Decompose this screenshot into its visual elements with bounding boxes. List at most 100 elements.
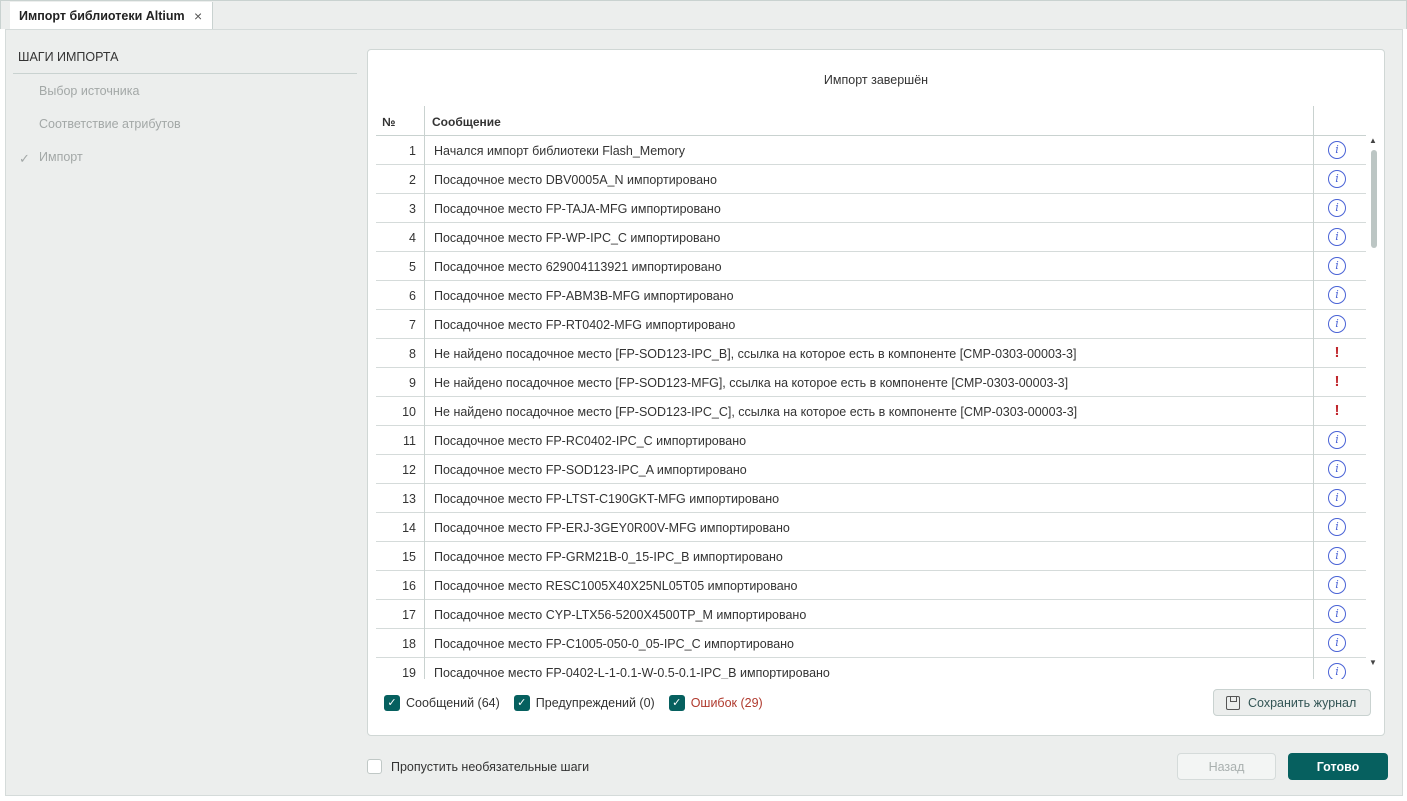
save-log-label: Сохранить журнал xyxy=(1248,695,1357,710)
table-row[interactable]: 13 Посадочное место FP-LTST-C190GKT-MFG и… xyxy=(376,484,1366,513)
row-message: Посадочное место FP-WP-IPC_C импортирова… xyxy=(434,231,721,245)
row-message: Посадочное место FP-RT0402-MFG импортиро… xyxy=(434,318,736,332)
info-icon: i xyxy=(1328,257,1346,275)
info-icon: i xyxy=(1328,460,1346,478)
table-row[interactable]: 11 Посадочное место FP-RC0402-IPC_C импор… xyxy=(376,426,1366,455)
table-header: № Сообщение xyxy=(376,106,1366,136)
table-row[interactable]: 7 Посадочное место FP-RT0402-MFG импортир… xyxy=(376,310,1366,339)
skip-optional-steps[interactable]: Пропустить необязательные шаги xyxy=(367,759,589,774)
scroll-down-icon[interactable]: ▼ xyxy=(1369,658,1377,667)
column-num[interactable]: № xyxy=(382,115,395,129)
panel-title: Импорт завершён xyxy=(823,73,929,87)
table-row[interactable]: 4 Посадочное место FP-WP-IPC_C импортиров… xyxy=(376,223,1366,252)
tab-title: Импорт библиотеки Altium xyxy=(19,9,185,23)
table-row[interactable]: 18 Посадочное место FP-C1005-050-0_05-IPC… xyxy=(376,629,1366,658)
info-icon: i xyxy=(1328,141,1346,159)
divider xyxy=(13,73,357,74)
row-number: 4 xyxy=(409,231,416,245)
row-message: Посадочное место RESC1005X40X25NL05T05 и… xyxy=(434,579,798,593)
row-message: Посадочное место DBV0005A_N импортирован… xyxy=(434,173,717,187)
table-row[interactable]: 15 Посадочное место FP-GRM21B-0_15-IPC_B … xyxy=(376,542,1366,571)
row-number: 11 xyxy=(403,434,416,448)
scrollbar[interactable]: ▲ ▼ xyxy=(1369,136,1377,667)
row-message: Посадочное место FP-ABM3B-MFG импортиров… xyxy=(434,289,734,303)
row-message: Посадочное место CYP-LTX56-5200X4500TP_M… xyxy=(434,608,807,622)
close-icon[interactable]: × xyxy=(194,8,202,24)
filter-errors-label[interactable]: Ошибок (29) xyxy=(691,696,763,710)
row-number: 18 xyxy=(402,637,416,651)
done-button[interactable]: Готово xyxy=(1288,753,1388,780)
info-icon: i xyxy=(1328,315,1346,333)
row-number: 14 xyxy=(402,521,416,535)
row-number: 17 xyxy=(402,608,416,622)
filter-messages-label[interactable]: Сообщений (64) xyxy=(406,696,500,710)
skip-label[interactable]: Пропустить необязательные шаги xyxy=(391,760,589,774)
row-number: 10 xyxy=(402,405,416,419)
step-source: Выбор источника xyxy=(39,84,140,98)
row-message: Посадочное место FP-SOD123-IPC_A импорти… xyxy=(434,463,747,477)
info-icon: i xyxy=(1328,634,1346,652)
row-number: 12 xyxy=(402,463,416,477)
table-row[interactable]: 5 Посадочное место 629004113921 импортиро… xyxy=(376,252,1366,281)
row-number: 13 xyxy=(402,492,416,506)
info-icon: i xyxy=(1328,431,1346,449)
row-number: 5 xyxy=(409,260,416,274)
table-row[interactable]: 12 Посадочное место FP-SOD123-IPC_A импор… xyxy=(376,455,1366,484)
row-message: Не найдено посадочное место [FP-SOD123-M… xyxy=(434,376,1069,390)
row-message: Посадочное место FP-TAJA-MFG импортирова… xyxy=(434,202,721,216)
row-message: Посадочное место FP-ERJ-3GEY0R00V-MFG им… xyxy=(434,521,790,535)
row-number: 2 xyxy=(409,173,416,187)
info-icon: i xyxy=(1328,170,1346,188)
info-icon: i xyxy=(1328,547,1346,565)
filter-warnings-label[interactable]: Предупреждений (0) xyxy=(536,696,655,710)
table-row[interactable]: 2 Посадочное место DBV0005A_N импортирова… xyxy=(376,165,1366,194)
error-icon: ! xyxy=(1334,344,1340,361)
table-row[interactable]: 1 Начался импорт библиотеки Flash_Memory i xyxy=(376,136,1366,165)
column-divider xyxy=(1313,106,1314,679)
info-icon: i xyxy=(1328,489,1346,507)
row-number: 16 xyxy=(402,579,416,593)
table-row[interactable]: 9 Не найдено посадочное место [FP-SOD123-… xyxy=(376,368,1366,397)
table-row[interactable]: 10 Не найдено посадочное место [FP-SOD123… xyxy=(376,397,1366,426)
info-icon: i xyxy=(1328,199,1346,217)
back-button[interactable]: Назад xyxy=(1177,753,1276,780)
row-message: Посадочное место FP-GRM21B-0_15-IPC_B им… xyxy=(434,550,783,564)
info-icon: i xyxy=(1328,663,1346,679)
table-row[interactable]: 6 Посадочное место FP-ABM3B-MFG импортиро… xyxy=(376,281,1366,310)
table-row[interactable]: 8 Не найдено посадочное место [FP-SOD123-… xyxy=(376,339,1366,368)
row-number: 19 xyxy=(402,666,416,679)
save-log-button[interactable]: Сохранить журнал xyxy=(1213,689,1371,716)
filter-warnings-checkbox[interactable]: ✓ xyxy=(513,695,530,711)
tab-import-altium[interactable]: Импорт библиотеки Altium × xyxy=(10,2,213,30)
tab-bar: Импорт библиотеки Altium × xyxy=(0,0,1407,30)
row-message: Не найдено посадочное место [FP-SOD123-I… xyxy=(434,347,1077,361)
row-number: 1 xyxy=(409,144,416,158)
row-message: Посадочное место FP-LTST-C190GKT-MFG имп… xyxy=(434,492,780,506)
info-icon: i xyxy=(1328,518,1346,536)
column-divider xyxy=(424,106,425,679)
row-number: 8 xyxy=(409,347,416,361)
scroll-up-icon[interactable]: ▲ xyxy=(1369,136,1377,145)
row-number: 9 xyxy=(409,376,416,390)
filter-messages-checkbox[interactable]: ✓ xyxy=(384,695,400,711)
filter-errors-checkbox[interactable]: ✓ xyxy=(668,695,685,711)
row-message: Посадочное место FP-C1005-050-0_05-IPC_C… xyxy=(434,637,795,651)
scrollbar-thumb[interactable] xyxy=(1371,150,1377,248)
step-import: Импорт xyxy=(39,150,83,164)
row-number: 15 xyxy=(402,550,416,564)
row-message: Не найдено посадочное место [FP-SOD123-I… xyxy=(434,405,1078,419)
row-number: 7 xyxy=(409,318,416,332)
table-row[interactable]: 16 Посадочное место RESC1005X40X25NL05T05… xyxy=(376,571,1366,600)
sidebar-title: ШАГИ ИМПОРТА xyxy=(18,50,119,64)
table-row[interactable]: 17 Посадочное место CYP-LTX56-5200X4500TP… xyxy=(376,600,1366,629)
step-attributes: Соответствие атрибутов xyxy=(39,117,181,131)
error-icon: ! xyxy=(1334,402,1340,419)
info-icon: i xyxy=(1328,286,1346,304)
table-row[interactable]: 14 Посадочное место FP-ERJ-3GEY0R00V-MFG … xyxy=(376,513,1366,542)
row-number: 6 xyxy=(409,289,416,303)
table-row[interactable]: 3 Посадочное место FP-TAJA-MFG импортиров… xyxy=(376,194,1366,223)
table-row[interactable]: 19 Посадочное место FP-0402-L-1-0.1-W-0.5… xyxy=(376,658,1366,679)
info-icon: i xyxy=(1328,576,1346,594)
column-message[interactable]: Сообщение xyxy=(432,115,501,129)
skip-checkbox[interactable] xyxy=(367,759,382,774)
